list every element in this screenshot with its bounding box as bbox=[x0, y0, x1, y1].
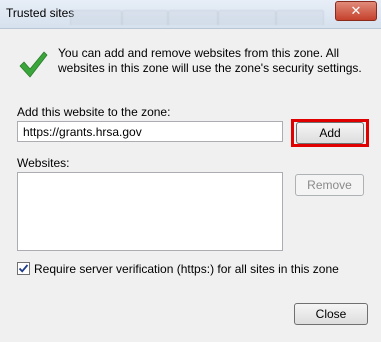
zone-description: You can add and remove websites from thi… bbox=[58, 46, 362, 75]
checkbox-check-icon bbox=[18, 264, 29, 273]
server-verification-checkbox[interactable] bbox=[17, 262, 30, 275]
ghost-tab bbox=[168, 10, 218, 25]
add-website-label: Add this website to the zone: bbox=[17, 105, 171, 119]
checkmark-icon bbox=[19, 51, 48, 78]
remove-button[interactable]: Remove bbox=[295, 174, 364, 196]
websites-list[interactable] bbox=[17, 172, 283, 251]
websites-label: Websites: bbox=[17, 156, 70, 170]
ghost-tab bbox=[276, 10, 324, 25]
dialog-title: Trusted sites bbox=[6, 6, 75, 20]
trusted-sites-dialog: Trusted sites ✕ You can add and remove w… bbox=[0, 0, 381, 342]
ghost-tab bbox=[218, 10, 276, 25]
window-close-button[interactable]: ✕ bbox=[335, 1, 377, 21]
background-tabs bbox=[70, 6, 324, 25]
ghost-tab bbox=[122, 10, 168, 25]
website-url-input[interactable] bbox=[17, 121, 283, 142]
title-bar[interactable]: Trusted sites ✕ bbox=[0, 0, 381, 29]
close-button[interactable]: Close bbox=[294, 303, 368, 325]
ghost-tab bbox=[70, 10, 122, 25]
dialog-content: You can add and remove websites from thi… bbox=[0, 29, 381, 342]
add-button[interactable]: Add bbox=[296, 122, 364, 144]
server-verification-label[interactable]: Require server verification (https:) for… bbox=[34, 262, 339, 276]
